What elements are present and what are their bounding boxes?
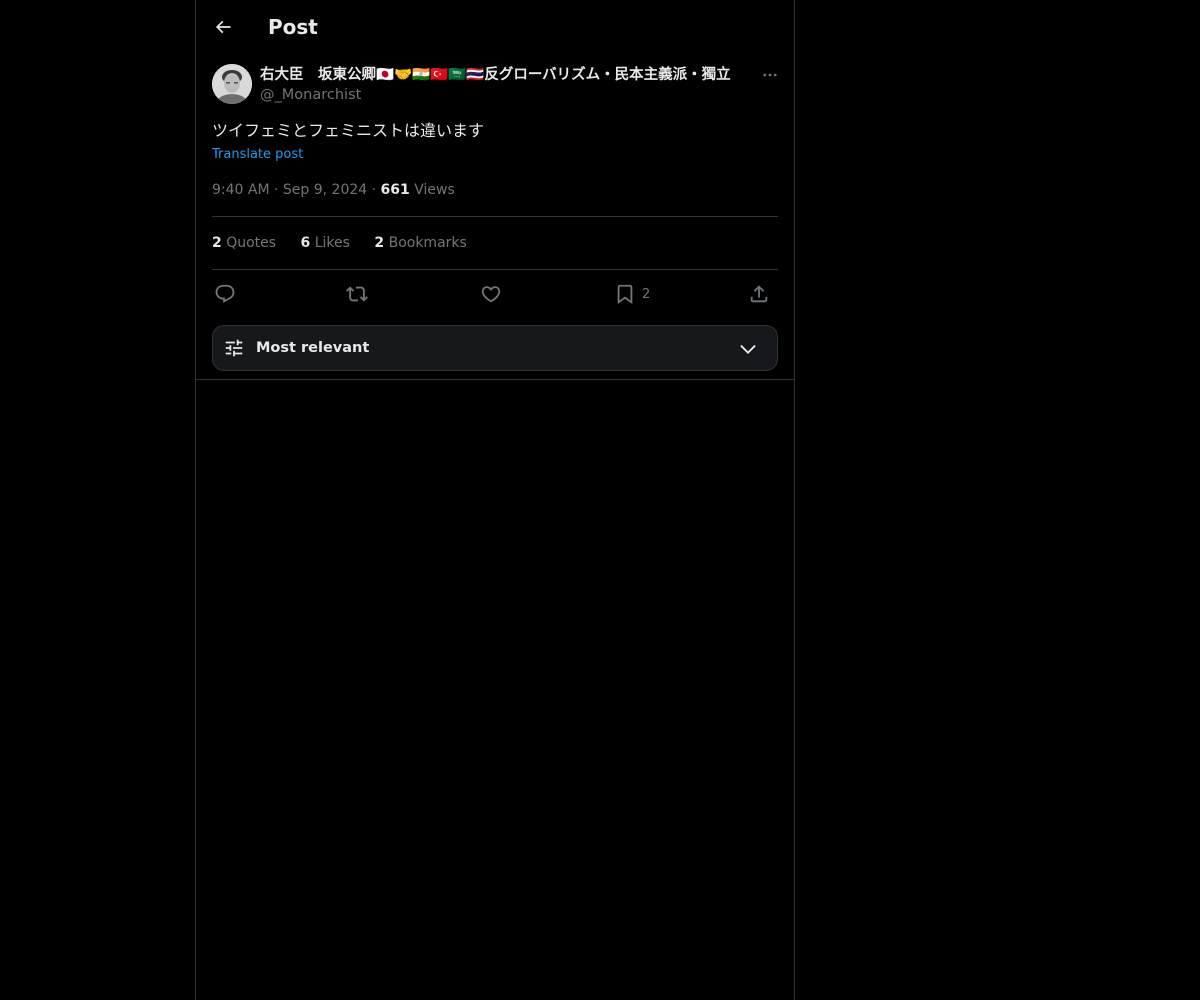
- author-handle[interactable]: @_Monarchist: [260, 85, 361, 105]
- bookmark-icon: [617, 284, 633, 305]
- bookmarks-label: Bookmarks: [388, 235, 467, 251]
- like-button[interactable]: [480, 281, 502, 307]
- share-button[interactable]: [748, 281, 770, 307]
- reply-button[interactable]: [214, 281, 236, 307]
- author-display-name[interactable]: 右大臣 坂東公卿🇯🇵🤝🇮🇳🇹🇷🇸🇦🇹🇭反グローバリズム・民本主義派・獨立: [260, 65, 752, 85]
- share-icon: [750, 285, 768, 303]
- quotes-count: 2: [212, 235, 222, 251]
- sliders-icon: [225, 339, 243, 357]
- divider: [212, 216, 778, 217]
- post-stats: 2 Quotes 6 Likes 2 Bookmarks: [212, 233, 487, 253]
- header: Post: [196, 0, 794, 53]
- likes-label: Likes: [314, 235, 350, 251]
- post-text: ツイフェミとフェミニストは違います: [212, 121, 485, 140]
- bookmark-action-count: 2: [642, 286, 651, 302]
- post-date[interactable]: Sep 9, 2024: [283, 182, 367, 198]
- repost-button[interactable]: [346, 281, 368, 307]
- page-title: Post: [268, 15, 318, 39]
- repost-icon: [346, 286, 368, 302]
- reply-icon: [215, 284, 235, 303]
- reply-sort-dropdown[interactable]: Most relevant: [212, 325, 778, 371]
- bookmark-button[interactable]: 2: [614, 281, 650, 307]
- likes-count: 6: [300, 235, 311, 251]
- main-column: Post 右大臣 坂東公卿🇯🇵🤝🇮🇳🇹🇷🇸🇦🇹🇭反グローバリズム・民本主義派・獨…: [195, 0, 795, 1000]
- quotes-label: Quotes: [226, 235, 277, 251]
- likes-stat[interactable]: 6 Likes: [301, 233, 350, 253]
- chevron-down-icon: [740, 344, 756, 354]
- arrow-left-icon: [215, 20, 231, 34]
- post-meta: 9:40 AM · Sep 9, 2024 · 661 Views: [212, 180, 455, 200]
- views-count: 661: [380, 182, 410, 198]
- heart-icon: [481, 286, 501, 303]
- bookmarks-count: 2: [374, 235, 385, 251]
- section-divider: [196, 379, 794, 380]
- views-label: Views: [414, 182, 455, 198]
- post-time[interactable]: 9:40 AM: [212, 182, 270, 198]
- post-actions: 2: [212, 281, 778, 307]
- post-author: 右大臣 坂東公卿🇯🇵🤝🇮🇳🇹🇷🇸🇦🇹🇭反グローバリズム・民本主義派・獨立 @_M…: [212, 64, 778, 108]
- translate-post-link[interactable]: Translate post: [212, 146, 303, 164]
- more-icon: [763, 73, 777, 77]
- avatar[interactable]: [212, 64, 252, 104]
- sort-label: Most relevant: [256, 340, 370, 356]
- more-options-button[interactable]: [758, 64, 782, 86]
- back-button[interactable]: [206, 10, 240, 44]
- divider: [212, 269, 778, 270]
- quotes-stat[interactable]: 2 Quotes: [212, 233, 276, 253]
- bookmarks-stat[interactable]: 2 Bookmarks: [374, 233, 466, 253]
